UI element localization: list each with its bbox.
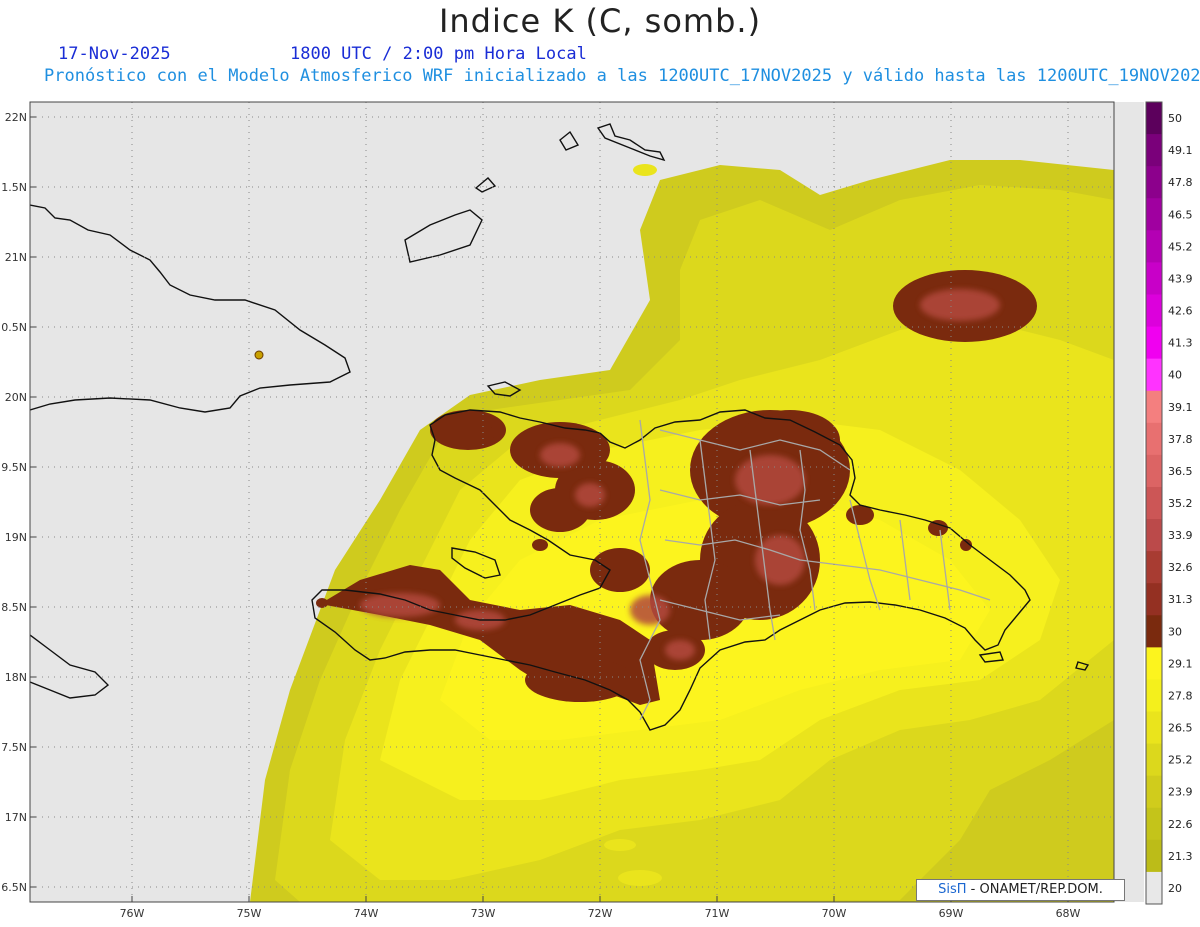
lon-label: 71W (705, 907, 730, 920)
colorbar-label: 50 (1168, 112, 1182, 125)
colorbar-swatch (1146, 551, 1162, 584)
colorbar-label: 30 (1168, 625, 1182, 638)
colorbar-swatch (1146, 358, 1162, 392)
lat-label: 18N (5, 671, 27, 684)
credit-box: SisΠ - ONAMET/REP.DOM. (916, 879, 1125, 901)
colorbar-swatch (1146, 422, 1162, 456)
colorbar-label: 36.5 (1168, 465, 1193, 478)
lat-label: 1.5N (1, 181, 27, 194)
colorbar-label: 47.8 (1168, 176, 1193, 189)
lat-label: 9.5N (1, 461, 27, 474)
colorbar-label: 22.6 (1168, 818, 1193, 831)
colorbar-label: 37.8 (1168, 433, 1193, 446)
lon-label: 72W (588, 907, 613, 920)
colorbar-swatch (1146, 775, 1162, 809)
colorbar-label: 32.6 (1168, 561, 1193, 574)
forecast-map: 22N 1.5N 21N 0.5N 20N 9.5N 19N 8.5N 18N … (1, 101, 1193, 920)
lon-label: 70W (822, 907, 847, 920)
lat-label: 20N (5, 391, 27, 404)
lat-label: 17N (5, 811, 27, 824)
lat-label: 21N (5, 251, 27, 264)
colorbar-swatch (1146, 262, 1162, 295)
colorbar-swatch (1146, 102, 1162, 135)
colorbar-swatch (1146, 711, 1162, 745)
colorbar-label: 40 (1168, 369, 1182, 382)
colorbar-label: 35.2 (1168, 497, 1193, 510)
colorbar-swatch (1146, 807, 1162, 841)
colorbar-label: 25.2 (1168, 754, 1193, 767)
colorbar: 50 49.1 47.8 46.5 45.2 43.9 42.6 41.3 40 39.1 37.8… (1145, 101, 1193, 905)
lat-label: 19N (5, 531, 27, 544)
colorbar-label: 26.5 (1168, 722, 1193, 735)
colorbar-swatch (1146, 519, 1162, 552)
colorbar-swatch (1146, 294, 1162, 328)
colorbar-label: 42.6 (1168, 305, 1193, 318)
colorbar-swatch (1146, 166, 1162, 199)
colorbar-swatch (1146, 583, 1162, 616)
colorbar-label: 21.3 (1168, 850, 1193, 863)
colorbar-swatch (1146, 615, 1162, 648)
colorbar-swatch (1146, 486, 1162, 520)
colorbar-swatch (1146, 326, 1162, 360)
colorbar-label: 49.1 (1168, 144, 1193, 157)
colorbar-label: 41.3 (1168, 337, 1193, 350)
city-marker-icon (254, 350, 264, 360)
lon-label: 75W (237, 907, 262, 920)
colorbar-swatch (1146, 743, 1162, 777)
colorbar-label: 29.1 (1168, 657, 1193, 670)
lon-label: 69W (939, 907, 964, 920)
colorbar-swatch (1146, 390, 1162, 424)
colorbar-label: 23.9 (1168, 786, 1193, 799)
sispi-logo: SisΠ (938, 882, 967, 897)
lon-label: 74W (354, 907, 379, 920)
colorbar-swatch (1146, 839, 1162, 873)
lat-label: 8.5N (1, 601, 27, 614)
lon-label: 76W (120, 907, 145, 920)
lat-label: 7.5N (1, 741, 27, 754)
colorbar-label: 39.1 (1168, 401, 1193, 414)
colorbar-label: 20 (1168, 882, 1182, 895)
colorbar-label: 31.3 (1168, 593, 1193, 606)
colorbar-label: 46.5 (1168, 208, 1193, 221)
lat-label: 6.5N (1, 881, 27, 894)
lat-label: 0.5N (1, 321, 27, 334)
colorbar-label: 43.9 (1168, 272, 1193, 285)
colorbar-swatch (1146, 647, 1162, 680)
colorbar-swatch (1146, 871, 1162, 905)
colorbar-swatch (1146, 454, 1162, 488)
colorbar-swatch (1146, 134, 1162, 167)
lon-label: 73W (471, 907, 496, 920)
credit-text: - ONAMET/REP.DOM. (966, 882, 1103, 897)
colorbar-swatch (1146, 198, 1162, 231)
colorbar-label: 45.2 (1168, 240, 1193, 253)
colorbar-label: 33.9 (1168, 529, 1193, 542)
lon-label: 68W (1056, 907, 1081, 920)
colorbar-swatch (1146, 230, 1162, 263)
latitude-labels: 22N 1.5N 21N 0.5N 20N 9.5N 19N 8.5N 18N … (1, 111, 27, 894)
colorbar-label: 27.8 (1168, 689, 1193, 702)
lat-label: 22N (5, 111, 27, 124)
longitude-labels: 76W 75W 74W 73W 72W 71W 70W 69W 68W (120, 907, 1081, 920)
colorbar-swatch (1146, 679, 1162, 713)
